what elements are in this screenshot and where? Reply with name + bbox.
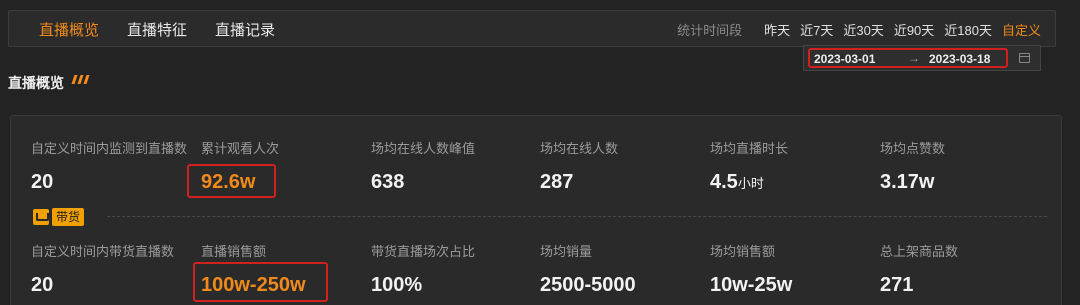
metric-value: 4.5小时 [710, 171, 764, 194]
metric-value: 2500-5000 [540, 274, 636, 296]
metric-label: 总上架商品数 [880, 244, 959, 259]
date-arrow-icon: → [908, 51, 920, 65]
metric-live-sales: 直播销售额 100w-250w [201, 241, 306, 296]
metric-sales-live-ratio: 带货直播场次占比 100% [371, 241, 476, 296]
period-yesterday[interactable]: 昨天 [764, 20, 790, 39]
metric-value: 287 [540, 171, 574, 193]
metrics-panel: 自定义时间内监测到直播数 20 累计观看人次 92.6w 场均在线人数峰值 63… [10, 115, 1062, 305]
metric-live-count: 自定义时间内监测到直播数 20 [31, 138, 188, 193]
highlight-box-sales [193, 262, 328, 302]
metric-value: 10w-25w [710, 274, 793, 296]
title-decoration-icon [71, 74, 90, 86]
goods-badge: 带货 [33, 208, 85, 226]
tab-live-overview[interactable]: 直播概览 [39, 19, 99, 40]
metric-avg-online: 场均在线人数 287 [540, 138, 619, 193]
tab-live-records[interactable]: 直播记录 [215, 19, 275, 40]
period-custom[interactable]: 自定义 [1002, 20, 1041, 39]
period-7d[interactable]: 近7天 [800, 20, 833, 39]
metric-label: 自定义时间内监测到直播数 [31, 141, 188, 156]
highlight-box-views [187, 164, 276, 198]
section-title: 直播概览 [8, 75, 64, 91]
metric-unit: 小时 [737, 176, 764, 191]
metric-label: 场均销售额 [710, 244, 776, 259]
metric-value: 100% [371, 274, 423, 296]
metric-value: 638 [371, 171, 405, 193]
metric-avg-likes: 场均点赞数 3.17w [880, 138, 946, 193]
tab-list: 直播概览 直播特征 直播记录 [39, 11, 303, 48]
calendar-icon[interactable] [1019, 53, 1030, 63]
metric-total-views: 累计观看人次 92.6w [201, 138, 280, 193]
metric-label: 场均点赞数 [880, 141, 946, 156]
date-range-picker[interactable]: 2023-03-01 → 2023-03-18 [803, 45, 1041, 71]
period-180d[interactable]: 近180天 [944, 20, 992, 39]
metric-avg-duration: 场均直播时长 4.5小时 [710, 138, 789, 193]
period-90d[interactable]: 近90天 [894, 20, 934, 39]
goods-badge-label: 带货 [52, 208, 85, 226]
period-label: 统计时间段 [677, 23, 743, 38]
metric-avg-volume: 场均销量 2500-5000 [540, 241, 636, 296]
metric-value: 271 [880, 274, 914, 296]
metric-label: 场均在线人数峰值 [371, 141, 476, 156]
metric-label: 场均销量 [540, 244, 593, 259]
metric-total-products: 总上架商品数 271 [880, 241, 959, 296]
metric-label: 带货直播场次占比 [371, 244, 476, 259]
metric-value: 20 [31, 171, 54, 193]
metric-label: 累计观看人次 [201, 141, 280, 156]
metric-value-number: 4.5 [710, 171, 738, 193]
metric-label: 自定义时间内带货直播数 [31, 244, 175, 259]
date-end-input[interactable]: 2023-03-18 [929, 52, 990, 66]
metric-sales-live-count: 自定义时间内带货直播数 20 [31, 241, 175, 296]
cart-icon [33, 209, 49, 225]
period-selector: 统计时间段 昨天 近7天 近30天 近90天 近180天 自定义 [677, 11, 1041, 48]
period-30d[interactable]: 近30天 [843, 20, 883, 39]
metric-value: 20 [31, 274, 54, 296]
metric-label: 场均在线人数 [540, 141, 619, 156]
metric-label: 直播销售额 [201, 244, 267, 259]
metric-label: 场均直播时长 [710, 141, 789, 156]
metric-peak-online: 场均在线人数峰值 638 [371, 138, 476, 193]
section-divider [107, 216, 1047, 217]
metric-value: 3.17w [880, 171, 935, 193]
top-nav-bar: 直播概览 直播特征 直播记录 统计时间段 昨天 近7天 近30天 近90天 近1… [8, 10, 1056, 47]
metric-avg-sales: 场均销售额 10w-25w [710, 241, 792, 296]
tab-live-features[interactable]: 直播特征 [127, 19, 187, 40]
date-start-input[interactable]: 2023-03-01 [814, 52, 875, 66]
